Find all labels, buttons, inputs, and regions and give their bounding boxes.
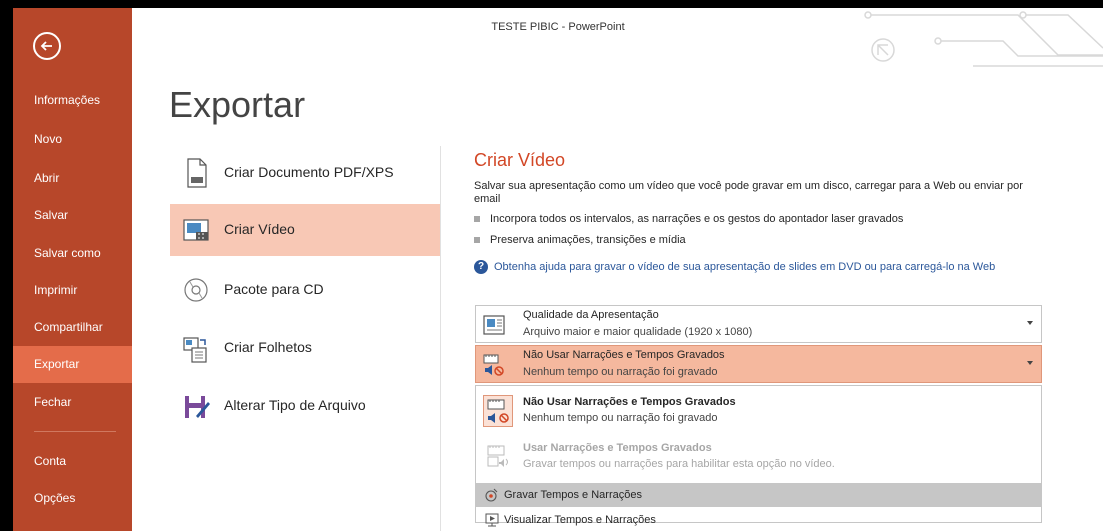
feature-bullet: Incorpora todos os intervalos, as narraç… [474, 213, 903, 225]
video-icon [183, 219, 209, 241]
export-option-label: Pacote para CD [224, 281, 324, 297]
handouts-icon [183, 337, 207, 363]
narration-dropdown-subtitle: Nenhum tempo ou narração foi gravado [523, 366, 718, 378]
sidebar-item-imprimir[interactable]: Imprimir [13, 272, 132, 309]
bullet-text: Incorpora todos os intervalos, as narraç… [490, 213, 904, 225]
sidebar-item-opcoes[interactable]: Opções [13, 480, 132, 517]
export-option-video[interactable]: Criar Vídeo [170, 204, 440, 256]
help-question-icon: ? [474, 260, 488, 274]
menu-option-subtitle: Gravar tempos ou narrações para habilita… [523, 458, 835, 470]
no-narration-icon [483, 354, 504, 376]
narration-dropdown[interactable]: Não Usar Narrações e Tempos Gravados Nen… [475, 345, 1042, 383]
panel-divider [440, 146, 441, 531]
cd-icon [184, 278, 208, 302]
bullet-square-icon [474, 237, 480, 244]
save-as-type-icon [185, 396, 210, 418]
export-option-label: Criar Vídeo [224, 221, 295, 237]
section-heading: Criar Vídeo [474, 150, 566, 170]
command-label: Gravar Tempos e Narrações [504, 489, 642, 501]
section-description: Salvar sua apresentação como um vídeo qu… [474, 180, 1023, 205]
quality-dropdown[interactable]: Qualidade da Apresentação Arquivo maior … [475, 305, 1042, 343]
sidebar-item-novo[interactable]: Novo [13, 121, 132, 158]
sidebar-item-compartilhar[interactable]: Compartilhar [13, 309, 132, 346]
narration-dropdown-menu: Não Usar Narrações e Tempos Gravados Nen… [475, 385, 1042, 527]
sidebar-divider [34, 431, 116, 432]
backstage-sidebar: Informações Novo Abrir Salvar Salvar com… [13, 8, 132, 531]
circuit-decoration-icon [864, 11, 1103, 67]
export-option-label: Criar Folhetos [224, 339, 312, 355]
feature-bullet: Preserva animações, transições e mídia [474, 234, 686, 246]
chevron-down-icon [1027, 361, 1033, 365]
quality-dropdown-subtitle: Arquivo maior e maior qualidade (1920 x … [523, 326, 753, 338]
bullet-text: Preserva animações, transições e mídia [490, 234, 686, 246]
arrow-left-icon [40, 41, 52, 51]
sidebar-item-fechar[interactable]: Fechar [13, 384, 132, 421]
export-option-handouts[interactable]: Criar Folhetos [170, 322, 440, 374]
sidebar-item-abrir[interactable]: Abrir [13, 160, 132, 197]
use-narration-icon [487, 445, 508, 467]
record-timings-narrations-command[interactable]: Gravar Tempos e Narrações [476, 483, 1041, 507]
pdf-document-icon [187, 158, 207, 188]
sidebar-item-conta[interactable]: Conta [13, 443, 132, 480]
back-button[interactable] [33, 32, 61, 60]
export-option-pdf-xps[interactable]: Criar Documento PDF/XPS [170, 147, 440, 199]
help-link-text: Obtenha ajuda para gravar o vídeo de sua… [494, 260, 996, 273]
export-option-cd[interactable]: Pacote para CD [170, 264, 440, 316]
sidebar-item-informacoes[interactable]: Informações [13, 82, 132, 119]
menu-option-title: Usar Narrações e Tempos Gravados [523, 442, 712, 454]
export-option-label: Criar Documento PDF/XPS [224, 164, 394, 180]
page-title: Exportar [169, 84, 306, 125]
menu-option-subtitle: Nenhum tempo ou narração foi gravado [523, 412, 718, 424]
record-icon [485, 488, 498, 502]
help-link[interactable]: ? Obtenha ajuda para gravar o vídeo de su… [474, 260, 995, 274]
menu-option-title: Não Usar Narrações e Tempos Gravados [523, 396, 736, 408]
powerpoint-backstage-window: Informações Novo Abrir Salvar Salvar com… [13, 8, 1103, 531]
menu-option-no-narrations[interactable]: Não Usar Narrações e Tempos Gravados Nen… [476, 389, 1041, 433]
view-timings-narrations-command[interactable]: Visualizar Tempos e Narrações [476, 508, 1041, 531]
command-label: Visualizar Tempos e Narrações [504, 514, 656, 526]
preview-slide-icon [485, 513, 499, 527]
sidebar-item-salvar[interactable]: Salvar [13, 197, 132, 234]
sidebar-item-exportar[interactable]: Exportar [13, 346, 132, 383]
export-option-label: Alterar Tipo de Arquivo [224, 397, 366, 413]
narration-dropdown-title: Não Usar Narrações e Tempos Gravados [523, 349, 725, 361]
chevron-down-icon [1027, 321, 1033, 325]
export-option-change-file-type[interactable]: Alterar Tipo de Arquivo [170, 380, 440, 432]
quality-dropdown-title: Qualidade da Apresentação [523, 309, 659, 321]
sidebar-item-salvar-como[interactable]: Salvar como [13, 235, 132, 272]
bullet-square-icon [474, 216, 480, 223]
presentation-quality-icon [483, 315, 505, 335]
no-narration-icon [483, 395, 513, 427]
menu-option-use-narrations: Usar Narrações e Tempos Gravados Gravar … [476, 435, 1041, 479]
